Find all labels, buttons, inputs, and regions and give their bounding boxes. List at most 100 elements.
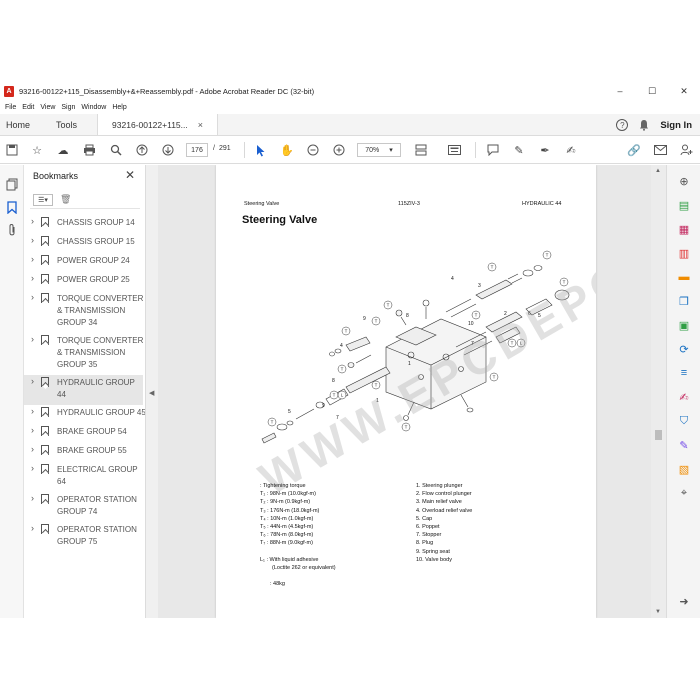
chevron-right-icon[interactable]: › (31, 216, 34, 226)
bookmark-item[interactable]: › CHASSIS GROUP 15 (24, 234, 145, 253)
highlight-pen-icon[interactable]: ✎ (512, 143, 526, 157)
zoom-level-select[interactable]: 70% ▾ (357, 143, 401, 157)
bookmark-label: HYDRAULIC GROUP 44 (57, 378, 135, 399)
comment-icon[interactable] (486, 143, 500, 157)
menu-sign[interactable]: Sign (61, 104, 75, 111)
chevron-right-icon[interactable]: › (31, 273, 34, 283)
svg-text:T: T (345, 329, 348, 334)
menu-file[interactable]: File (5, 104, 16, 111)
add-user-icon[interactable] (679, 143, 693, 157)
star-icon[interactable]: ☆ (30, 143, 44, 157)
bookmark-item[interactable]: › HYDRAULIC GROUP 45 (24, 405, 145, 424)
chevron-right-icon[interactable]: › (31, 444, 34, 454)
chevron-right-icon[interactable]: › (31, 254, 34, 264)
tab-tools[interactable]: Tools (50, 114, 83, 135)
save-icon[interactable] (5, 143, 19, 157)
search-icon[interactable] (109, 143, 123, 157)
draw-icon[interactable]: ✒ (538, 143, 552, 157)
menu-bar: File Edit View Sign Window Help (0, 100, 700, 114)
minimize-button[interactable]: – (604, 82, 636, 100)
fill-and-sign-icon[interactable]: ✍ (676, 389, 692, 405)
bookmark-item[interactable]: › OPERATOR STATION GROUP 75 (24, 522, 145, 552)
collapse-panel-icon[interactable]: ◀ (149, 389, 154, 397)
protect-icon[interactable]: ⛉ (676, 413, 692, 429)
scroll-down-icon[interactable]: ▼ (655, 609, 661, 615)
bookmark-item[interactable]: › BRAKE GROUP 54 (24, 424, 145, 443)
send-for-signature-icon[interactable]: ✎ (676, 437, 692, 453)
maximize-button[interactable]: ☐ (636, 82, 668, 100)
close-icon[interactable]: ✕ (125, 168, 135, 182)
bell-icon[interactable] (638, 119, 650, 131)
sign-in-button[interactable]: Sign In (660, 120, 692, 131)
vertical-scrollbar[interactable]: ▲ ▼ (651, 165, 666, 618)
tab-home[interactable]: Home (0, 114, 36, 135)
chevron-right-icon[interactable]: › (31, 292, 34, 302)
page-display-icon[interactable] (414, 143, 428, 157)
send-comment-icon[interactable]: ▧ (676, 461, 692, 477)
chevron-right-icon[interactable]: › (31, 406, 34, 416)
bookmark-options-button[interactable]: ☰▾ (33, 194, 53, 206)
email-icon[interactable] (653, 143, 667, 157)
zoom-search-icon[interactable]: ⊕ (676, 173, 692, 189)
keyboard-icon[interactable] (447, 143, 461, 157)
chevron-right-icon[interactable]: › (31, 334, 34, 344)
panel-splitter[interactable]: ◀ (146, 165, 158, 618)
page-number-input[interactable]: 176 (186, 143, 208, 157)
comment-tool-icon[interactable]: ▬ (676, 269, 692, 285)
menu-view[interactable]: View (40, 104, 55, 111)
close-window-button[interactable]: ✕ (668, 82, 700, 100)
chevron-right-icon[interactable]: › (31, 463, 34, 473)
fill-sign-icon[interactable]: ✍ (564, 143, 578, 157)
enhance-scans-icon[interactable]: ≡ (676, 365, 692, 381)
bookmark-item[interactable]: › BRAKE GROUP 55 (24, 443, 145, 462)
scan-ocr-icon[interactable]: ⟳ (676, 341, 692, 357)
chevron-right-icon[interactable]: › (31, 523, 34, 533)
delete-bookmark-icon[interactable]: 🗑 (60, 194, 71, 205)
chevron-right-icon[interactable]: › (31, 376, 34, 386)
combine-files-icon[interactable]: ❐ (676, 293, 692, 309)
tab-document[interactable]: 93216-00122+115... × (97, 114, 218, 135)
share-link-icon[interactable]: 🔗 (627, 143, 641, 157)
bookmark-item[interactable]: › TORQUE CONVERTER & TRANSMISSION GROUP 3… (24, 333, 145, 375)
menu-help[interactable]: Help (112, 104, 126, 111)
document-view[interactable]: Steering Valve 115ZIV-3 HYDRAULIC 44 Ste… (158, 165, 666, 618)
bookmark-item[interactable]: › CHASSIS GROUP 14 (24, 215, 145, 234)
bookmark-item[interactable]: › OPERATOR STATION GROUP 74 (24, 492, 145, 522)
page-thumbnails-icon[interactable] (4, 176, 20, 192)
legend-line: T₃ : 176N-m (18.0kgf-m) (260, 507, 320, 514)
legend-line: T₁ : 98N-m (10.0kgf-m) (260, 491, 316, 498)
expand-tools-icon[interactable]: ➜ (676, 593, 692, 609)
more-tools-icon[interactable]: ⌖ (676, 485, 692, 501)
create-pdf-icon[interactable]: ▦ (676, 221, 692, 237)
bookmark-label: POWER GROUP 25 (57, 275, 130, 284)
help-icon[interactable]: ? (616, 119, 629, 131)
scrollbar-thumb[interactable] (655, 430, 662, 440)
cloud-upload-icon[interactable]: ☁ (56, 143, 70, 157)
zoom-in-icon[interactable] (332, 143, 346, 157)
tab-close-icon[interactable]: × (198, 120, 203, 130)
select-cursor-icon[interactable] (254, 143, 268, 157)
hand-tool-icon[interactable]: ✋ (280, 143, 294, 157)
next-page-icon[interactable] (161, 143, 175, 157)
export-pdf-icon[interactable]: ▤ (676, 197, 692, 213)
chevron-right-icon[interactable]: › (31, 493, 34, 503)
previous-page-icon[interactable] (135, 143, 149, 157)
chevron-right-icon[interactable]: › (31, 235, 34, 245)
edit-pdf-icon[interactable]: ▥ (676, 245, 692, 261)
bookmark-panel-icon[interactable] (4, 199, 20, 215)
organize-pages-icon[interactable]: ▣ (676, 317, 692, 333)
zoom-out-icon[interactable] (306, 143, 320, 157)
scroll-up-icon[interactable]: ▲ (655, 168, 661, 174)
menu-window[interactable]: Window (81, 104, 106, 111)
menu-edit[interactable]: Edit (22, 104, 34, 111)
bookmark-item[interactable]: › POWER GROUP 25 (24, 272, 145, 291)
attachment-icon[interactable] (4, 222, 20, 238)
print-icon[interactable] (82, 143, 96, 157)
bookmark-item[interactable]: › TORQUE CONVERTER & TRANSMISSION GROUP 3… (24, 291, 145, 333)
chevron-right-icon[interactable]: › (31, 425, 34, 435)
bookmark-icon (41, 255, 49, 265)
bookmark-item[interactable]: › POWER GROUP 24 (24, 253, 145, 272)
bookmark-item[interactable]: › ELECTRICAL GROUP 64 (24, 462, 145, 492)
bookmark-icon (41, 217, 49, 227)
bookmark-item-selected[interactable]: › HYDRAULIC GROUP 44 (24, 375, 143, 405)
